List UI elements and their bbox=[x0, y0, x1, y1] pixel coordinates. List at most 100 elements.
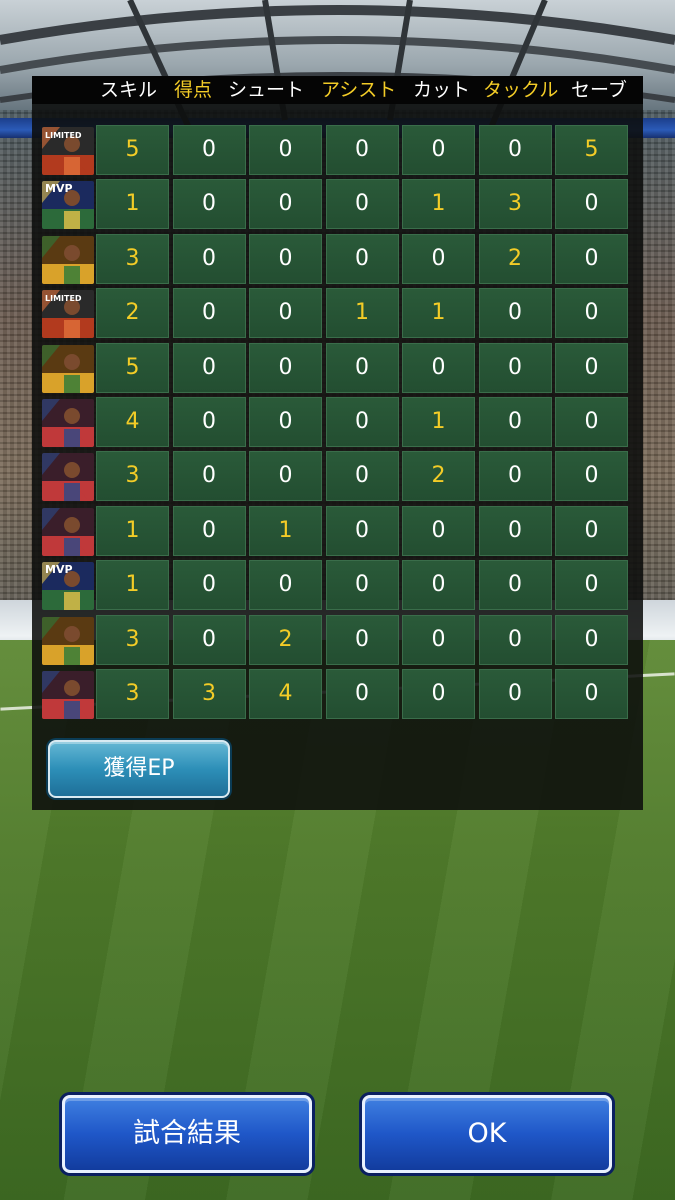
stat-cell: 2 bbox=[249, 614, 322, 665]
player-card-thumbnail[interactable]: LIMITED bbox=[42, 127, 94, 175]
stat-cell: 0 bbox=[249, 233, 322, 284]
stat-cell: 0 bbox=[325, 125, 399, 175]
stat-cell: 1 bbox=[96, 505, 169, 556]
player-card-thumbnail[interactable] bbox=[42, 507, 94, 556]
player-row: 4000100 bbox=[40, 397, 635, 449]
stat-cell: 0 bbox=[555, 669, 628, 719]
stat-cell: 0 bbox=[555, 451, 628, 502]
stat-cell: 2 bbox=[478, 233, 552, 284]
stat-cell: 1 bbox=[325, 288, 399, 339]
stat-cell: 1 bbox=[402, 397, 475, 447]
stat-cell: 0 bbox=[478, 614, 552, 665]
stat-cell: 0 bbox=[478, 342, 552, 393]
stat-cell: 0 bbox=[555, 614, 628, 665]
stat-cell: 0 bbox=[478, 125, 552, 175]
stat-cell: 0 bbox=[555, 233, 628, 284]
player-card-thumbnail[interactable] bbox=[42, 399, 94, 447]
player-row: MVP 1 0 0 0 0 0 0 bbox=[40, 560, 635, 612]
stat-cell: 0 bbox=[478, 397, 552, 447]
stat-cell: 0 bbox=[172, 505, 246, 556]
stat-cell: 0 bbox=[325, 233, 399, 284]
stat-cell: 0 bbox=[555, 505, 628, 556]
stat-cell: 0 bbox=[478, 560, 552, 611]
player-card-thumbnail[interactable] bbox=[42, 671, 94, 719]
stat-cell: 0 bbox=[402, 125, 475, 175]
stat-cell: 1 bbox=[249, 505, 322, 556]
stat-cell: 0 bbox=[249, 125, 322, 175]
player-row: 1010000 bbox=[40, 505, 635, 558]
stat-cell: 5 bbox=[96, 342, 169, 393]
column-header: シュート bbox=[228, 79, 305, 101]
stat-cell: 0 bbox=[478, 288, 552, 339]
column-header: 得点 bbox=[174, 79, 213, 101]
player-row: MVP 1 0 0 0 1 3 0 bbox=[40, 179, 635, 231]
svg-text:LIMITED: LIMITED bbox=[45, 131, 82, 140]
stat-cell: 1 bbox=[402, 179, 475, 230]
stat-cell: 0 bbox=[172, 397, 246, 447]
player-card-thumbnail[interactable] bbox=[42, 344, 94, 393]
stat-cell: 0 bbox=[325, 451, 399, 502]
stat-cell: 0 bbox=[172, 451, 246, 502]
stat-cell: 0 bbox=[478, 451, 552, 502]
stat-cell: 0 bbox=[555, 560, 628, 611]
stat-cell: 0 bbox=[249, 397, 322, 447]
stat-cell: 0 bbox=[325, 560, 399, 611]
svg-text:MVP: MVP bbox=[45, 182, 73, 195]
match-result-button[interactable]: 試合結果 bbox=[62, 1095, 312, 1173]
stat-cell: 0 bbox=[402, 560, 475, 611]
stat-cell: 3 bbox=[172, 669, 246, 719]
stat-cell: 3 bbox=[96, 614, 169, 665]
stat-cell: 0 bbox=[172, 614, 246, 665]
stat-cell: 0 bbox=[172, 125, 246, 175]
column-header: アシスト bbox=[321, 79, 397, 101]
stat-cell: 0 bbox=[249, 451, 322, 502]
stat-cell: 0 bbox=[325, 505, 399, 556]
stats-header: スキル 得点 シュート アシスト カット タックル セーブ bbox=[32, 76, 643, 104]
column-header: セーブ bbox=[571, 79, 627, 101]
player-row: 3000200 bbox=[40, 451, 635, 503]
stat-cell: 0 bbox=[402, 505, 475, 556]
stat-cell: 4 bbox=[249, 669, 322, 719]
player-row: 3000020 bbox=[40, 233, 635, 286]
svg-text:MVP: MVP bbox=[45, 563, 73, 576]
stat-cell: 0 bbox=[249, 342, 322, 393]
earned-ep-button[interactable]: 獲得EP bbox=[48, 740, 230, 798]
player-row: LIMITED 5 0 0 0 0 0 5 bbox=[40, 125, 635, 177]
stat-cell: 3 bbox=[96, 233, 169, 284]
stat-cell: 0 bbox=[172, 342, 246, 393]
stat-cell: 0 bbox=[555, 397, 628, 447]
stat-cell: 0 bbox=[402, 614, 475, 665]
player-card-thumbnail[interactable] bbox=[42, 616, 94, 665]
stat-cell: 0 bbox=[249, 288, 322, 339]
stat-cell: 0 bbox=[478, 505, 552, 556]
ok-button[interactable]: OK bbox=[362, 1095, 612, 1173]
stat-cell: 3 bbox=[96, 451, 169, 502]
stat-cell: 0 bbox=[555, 288, 628, 339]
column-header: タックル bbox=[483, 79, 559, 101]
stat-cell: 0 bbox=[172, 233, 246, 284]
svg-text:LIMITED: LIMITED bbox=[45, 294, 82, 303]
stat-cell: 4 bbox=[96, 397, 169, 447]
stat-cell: 0 bbox=[325, 397, 399, 447]
player-card-thumbnail[interactable]: MVP bbox=[42, 181, 94, 230]
stat-cell: 0 bbox=[478, 669, 552, 719]
player-row: LIMITED 2 0 0 1 1 0 0 bbox=[40, 288, 635, 340]
stat-cell: 0 bbox=[172, 179, 246, 230]
stat-cell: 1 bbox=[402, 288, 475, 339]
stat-cell: 3 bbox=[478, 179, 552, 230]
player-row: 5000000 bbox=[40, 342, 635, 395]
stat-cell: 2 bbox=[402, 451, 475, 502]
stat-cell: 0 bbox=[325, 614, 399, 665]
stat-cell: 0 bbox=[402, 342, 475, 393]
player-card-thumbnail[interactable] bbox=[42, 235, 94, 284]
stat-cell: 0 bbox=[325, 669, 399, 719]
player-card-thumbnail[interactable]: LIMITED bbox=[42, 290, 94, 339]
column-header: スキル bbox=[100, 79, 158, 101]
player-card-thumbnail[interactable]: MVP bbox=[42, 562, 94, 611]
column-header: カット bbox=[413, 79, 471, 101]
stat-cell: 0 bbox=[402, 233, 475, 284]
player-card-thumbnail[interactable] bbox=[42, 453, 94, 502]
stat-cell: 0 bbox=[249, 560, 322, 611]
stat-cell: 0 bbox=[249, 179, 322, 230]
stat-cell: 1 bbox=[96, 179, 169, 230]
